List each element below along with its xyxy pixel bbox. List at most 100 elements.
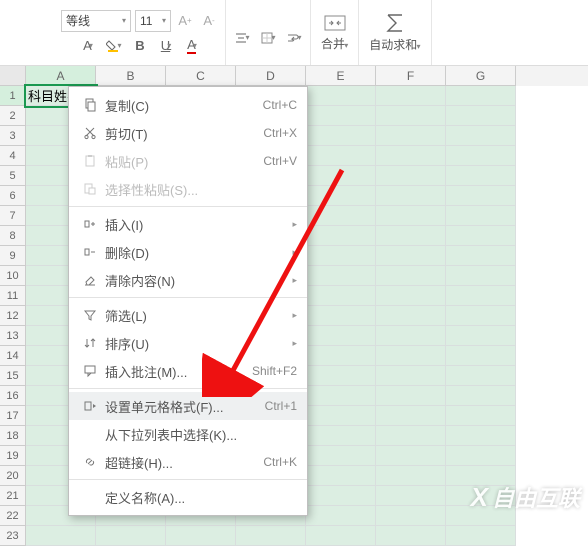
cell[interactable]: [306, 266, 376, 286]
cell[interactable]: [376, 466, 446, 486]
cell[interactable]: [306, 246, 376, 266]
cell[interactable]: [446, 426, 516, 446]
merge-button[interactable]: 合并 ▾: [311, 0, 359, 65]
cell[interactable]: [446, 526, 516, 546]
menu-item[interactable]: 从下拉列表中选择(K)...: [69, 420, 307, 448]
cell[interactable]: [376, 126, 446, 146]
cell[interactable]: [306, 366, 376, 386]
cell[interactable]: [446, 206, 516, 226]
cell[interactable]: [446, 126, 516, 146]
cell[interactable]: [446, 166, 516, 186]
cell[interactable]: [376, 306, 446, 326]
cell[interactable]: [446, 386, 516, 406]
align-center-icon[interactable]: ▾: [232, 28, 252, 48]
cell[interactable]: [26, 526, 96, 546]
font-color-icon[interactable]: A▾: [182, 36, 202, 56]
cell[interactable]: [306, 226, 376, 246]
row-header[interactable]: 11: [0, 286, 26, 306]
menu-item[interactable]: 超链接(H)...Ctrl+K: [69, 448, 307, 476]
menu-item[interactable]: 排序(U)▸: [69, 329, 307, 357]
row-header[interactable]: 21: [0, 486, 26, 506]
cell[interactable]: [306, 106, 376, 126]
cell[interactable]: [306, 506, 376, 526]
cell[interactable]: [446, 86, 516, 106]
cell[interactable]: [376, 366, 446, 386]
cell[interactable]: [446, 446, 516, 466]
cell[interactable]: [446, 146, 516, 166]
row-header[interactable]: 6: [0, 186, 26, 206]
cell[interactable]: [376, 386, 446, 406]
cell[interactable]: [376, 526, 446, 546]
cell[interactable]: [446, 266, 516, 286]
cell[interactable]: [96, 526, 166, 546]
menu-item[interactable]: 剪切(T)Ctrl+X: [69, 119, 307, 147]
wrap-text-icon[interactable]: ▾: [284, 28, 304, 48]
cell[interactable]: [376, 186, 446, 206]
menu-item[interactable]: 插入(I)▸: [69, 210, 307, 238]
row-header[interactable]: 20: [0, 466, 26, 486]
cell[interactable]: [376, 206, 446, 226]
autosum-button[interactable]: 自动求和 ▾: [359, 0, 431, 65]
menu-item[interactable]: 定义名称(A)...: [69, 483, 307, 511]
cell[interactable]: [376, 426, 446, 446]
cell[interactable]: [376, 326, 446, 346]
cell[interactable]: [306, 146, 376, 166]
column-header[interactable]: E: [306, 66, 376, 86]
row-header[interactable]: 3: [0, 126, 26, 146]
column-header[interactable]: G: [446, 66, 516, 86]
fill-color-icon[interactable]: ▾: [104, 36, 124, 56]
row-header[interactable]: 22: [0, 506, 26, 526]
row-header[interactable]: 9: [0, 246, 26, 266]
cell[interactable]: [376, 266, 446, 286]
font-style-icon[interactable]: A▾: [78, 36, 98, 56]
cell[interactable]: [376, 86, 446, 106]
column-header[interactable]: C: [166, 66, 236, 86]
cell[interactable]: [306, 326, 376, 346]
cell[interactable]: [376, 346, 446, 366]
cell[interactable]: [376, 166, 446, 186]
cell[interactable]: [376, 446, 446, 466]
decrease-font-icon[interactable]: A-: [199, 11, 219, 31]
cell[interactable]: [306, 126, 376, 146]
cell[interactable]: [306, 186, 376, 206]
cell[interactable]: [376, 506, 446, 526]
cell[interactable]: [446, 366, 516, 386]
cell[interactable]: [306, 466, 376, 486]
cell[interactable]: [446, 406, 516, 426]
row-header[interactable]: 8: [0, 226, 26, 246]
font-name-selector[interactable]: 等线 ▾: [61, 10, 131, 32]
menu-item[interactable]: 复制(C)Ctrl+C: [69, 91, 307, 119]
row-header[interactable]: 2: [0, 106, 26, 126]
row-header[interactable]: 10: [0, 266, 26, 286]
bold-icon[interactable]: B: [130, 36, 150, 56]
row-header[interactable]: 16: [0, 386, 26, 406]
row-header[interactable]: 1: [0, 86, 26, 106]
cell[interactable]: [306, 486, 376, 506]
menu-item[interactable]: 删除(D)▸: [69, 238, 307, 266]
cell[interactable]: [306, 286, 376, 306]
menu-item[interactable]: 设置单元格格式(F)...Ctrl+1: [69, 392, 307, 420]
row-header[interactable]: 15: [0, 366, 26, 386]
cell[interactable]: [306, 406, 376, 426]
cell[interactable]: [236, 526, 306, 546]
menu-item[interactable]: 插入批注(M)...Shift+F2: [69, 357, 307, 385]
cell[interactable]: [376, 486, 446, 506]
row-header[interactable]: 5: [0, 166, 26, 186]
row-header[interactable]: 4: [0, 146, 26, 166]
menu-item[interactable]: 筛选(L)▸: [69, 301, 307, 329]
cell[interactable]: [446, 346, 516, 366]
cell[interactable]: [446, 226, 516, 246]
cell[interactable]: [306, 426, 376, 446]
row-header[interactable]: 23: [0, 526, 26, 546]
cell[interactable]: [446, 326, 516, 346]
cell[interactable]: [306, 446, 376, 466]
column-header[interactable]: A: [26, 66, 96, 86]
cell[interactable]: [306, 86, 376, 106]
cell[interactable]: [376, 406, 446, 426]
borders-icon[interactable]: ▾: [258, 28, 278, 48]
row-header[interactable]: 18: [0, 426, 26, 446]
row-header[interactable]: 14: [0, 346, 26, 366]
row-header[interactable]: 19: [0, 446, 26, 466]
cell[interactable]: [446, 186, 516, 206]
cell[interactable]: [306, 346, 376, 366]
